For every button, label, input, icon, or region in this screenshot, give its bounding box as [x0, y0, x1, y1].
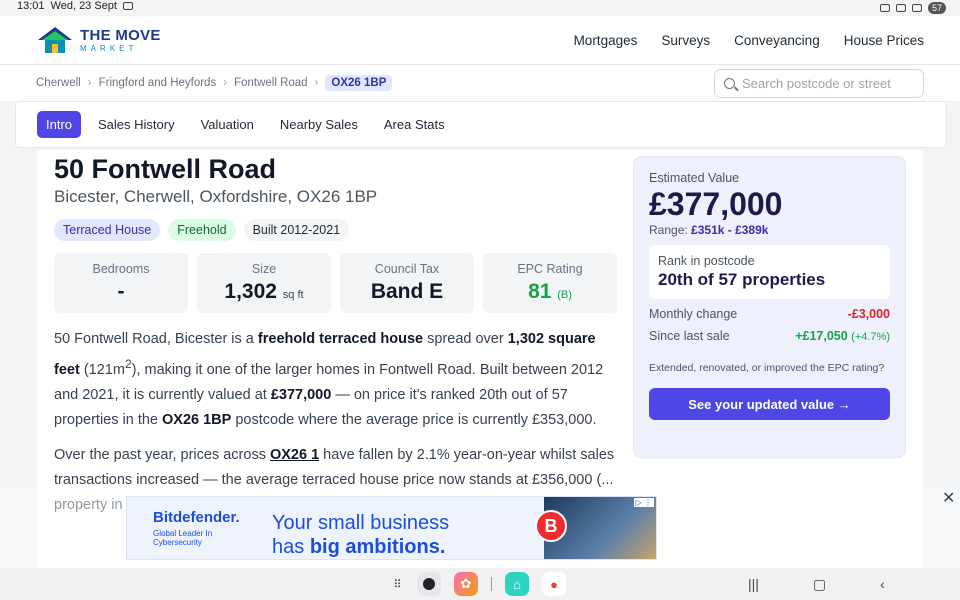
- stat-value: 81 (B): [528, 280, 572, 304]
- logo-subtitle: MARKET: [80, 43, 138, 53]
- maps-app-icon[interactable]: ●: [542, 572, 566, 596]
- camera-app-icon[interactable]: [417, 572, 441, 596]
- stat-value: 1,302 sq ft: [224, 280, 303, 304]
- epc-band: (B): [557, 289, 572, 301]
- status-date: Wed, 23 Sept: [50, 0, 117, 12]
- ad-brand-tagline: Global Leader In Cybersecurity: [153, 529, 213, 547]
- breadcrumb-separator: ›: [314, 77, 319, 89]
- breadcrumb-current: OX26 1BP: [325, 75, 393, 91]
- app-drawer-icon[interactable]: ⠿: [390, 577, 404, 591]
- system-navigation-bar: ⠿ ✿ ⌂ ● ||| ▢ ‹: [0, 568, 960, 600]
- stat-label: Bedrooms: [92, 262, 150, 276]
- property-address: Bicester, Cherwell, Oxfordshire, OX26 1B…: [54, 187, 378, 206]
- ad-close-icon[interactable]: ✕: [942, 488, 955, 508]
- since-last-sale-row: Since last sale +£17,050 (+4.7%): [649, 329, 890, 343]
- home-app-icon[interactable]: ⌂: [505, 572, 529, 596]
- mute-icon: [895, 4, 906, 12]
- size-unit: sq ft: [282, 289, 304, 301]
- update-prompt: Extended, renovated, or improved the EPC…: [649, 362, 885, 374]
- search-placeholder: Search postcode or street: [742, 75, 891, 91]
- intro-paragraph: 50 Fontwell Road, Bicester is a freehold…: [54, 331, 604, 428]
- home-button-icon[interactable]: ▢: [813, 576, 826, 593]
- property-stats: Bedrooms - Size 1,302 sq ft Council Tax …: [54, 253, 617, 313]
- key-icon: [879, 4, 890, 12]
- notification-icon: [122, 2, 133, 10]
- section-tabs: Intro Sales History Valuation Nearby Sal…: [15, 101, 947, 148]
- estimate-value: £377,000: [649, 186, 783, 222]
- advertisement-banner[interactable]: Bitdefender. Global Leader In Cybersecur…: [126, 496, 657, 560]
- status-bar: 13:01 Wed, 23 Sept 57: [0, 0, 960, 16]
- stat-value: Band E: [370, 280, 444, 303]
- battery-indicator: 57: [927, 2, 946, 14]
- search-input[interactable]: Search postcode or street: [714, 68, 924, 98]
- badge-tenure: Freehold: [168, 219, 236, 241]
- estimate-range: Range: £351k - £389k: [649, 223, 769, 237]
- page-title: 50 Fontwell Road: [54, 154, 277, 184]
- status-time: 13:01: [17, 0, 45, 12]
- recents-icon[interactable]: |||: [748, 576, 759, 593]
- stat-epc-rating: EPC Rating 81 (B): [483, 253, 617, 313]
- monthly-change-value: -£3,000: [847, 307, 890, 321]
- breadcrumb-fontwell-road[interactable]: Fontwell Road: [234, 77, 308, 89]
- postcode-rank: Rank in postcode 20th of 57 properties: [649, 245, 890, 299]
- estimate-label: Estimated Value: [649, 171, 740, 185]
- badge-property-type: Terraced House: [54, 219, 161, 241]
- stat-bedrooms: Bedrooms -: [54, 253, 188, 313]
- gallery-app-icon[interactable]: ✿: [454, 572, 478, 596]
- adchoices-icon[interactable]: ▷ ⋮: [633, 498, 654, 507]
- ad-headline: Your small business has big ambitions.: [272, 512, 450, 558]
- back-icon[interactable]: ‹: [880, 576, 885, 593]
- update-value-button[interactable]: See your updated value →: [649, 388, 890, 420]
- app-dock: ⠿ ✿ ⌂ ●: [390, 572, 566, 596]
- epc-score: 81: [528, 280, 552, 303]
- breadcrumb-fringford[interactable]: Fringford and Heyfords: [99, 77, 217, 89]
- site-logo[interactable]: THE MOVE MARKET: [36, 24, 161, 56]
- house-logo-icon: [38, 27, 72, 53]
- tab-sales-history[interactable]: Sales History: [89, 111, 184, 138]
- since-last-sale-value: +£17,050 (+4.7%): [795, 329, 890, 343]
- nav-surveys[interactable]: Surveys: [661, 33, 710, 48]
- nav-house-prices[interactable]: House Prices: [844, 33, 924, 48]
- rank-value: 20th of 57 properties: [658, 270, 826, 289]
- site-header: THE MOVE MARKET Mortgages Surveys Convey…: [0, 16, 960, 65]
- nav-mortgages[interactable]: Mortgages: [574, 33, 638, 48]
- postcode-district-link[interactable]: OX26 1: [270, 447, 319, 463]
- main-nav: Mortgages Surveys Conveyancing House Pri…: [574, 33, 924, 48]
- dock-divider: [491, 577, 492, 591]
- breadcrumb-cherwell[interactable]: Cherwell: [36, 77, 81, 89]
- ad-logo-icon: B: [535, 510, 567, 542]
- monthly-change-row: Monthly change -£3,000: [649, 307, 890, 321]
- stat-council-tax: Council Tax Band E: [340, 253, 474, 313]
- system-buttons: ||| ▢ ‹: [748, 576, 885, 593]
- rank-label: Rank in postcode: [658, 254, 755, 268]
- search-icon: [724, 77, 735, 89]
- tab-valuation[interactable]: Valuation: [192, 111, 263, 138]
- tab-nearby-sales[interactable]: Nearby Sales: [271, 111, 367, 138]
- breadcrumb-separator: ›: [87, 77, 92, 89]
- nav-conveyancing[interactable]: Conveyancing: [734, 33, 820, 48]
- wifi-icon: [911, 4, 922, 12]
- estimated-value-card: Estimated Value £377,000 Range: £351k - …: [633, 156, 906, 458]
- stat-label: Size: [251, 262, 277, 276]
- tab-area-stats[interactable]: Area Stats: [375, 111, 454, 138]
- size-number: 1,302: [224, 280, 277, 303]
- tab-intro[interactable]: Intro: [37, 111, 82, 138]
- property-badges: Terraced House Freehold Built 2012-2021: [54, 219, 616, 241]
- property-details: 50 Fontwell Road Bicester, Cherwell, Oxf…: [54, 150, 617, 518]
- stat-value: -: [117, 280, 125, 303]
- logo-title: THE MOVE: [80, 26, 161, 44]
- breadcrumb: Cherwell › Fringford and Heyfords › Font…: [0, 65, 960, 101]
- stat-label: EPC Rating: [517, 262, 583, 276]
- badge-build-period: Built 2012-2021: [243, 219, 350, 241]
- stat-label: Council Tax: [374, 262, 440, 276]
- breadcrumb-separator: ›: [223, 77, 228, 89]
- ad-brand: Bitdefender.: [153, 509, 240, 526]
- stat-size: Size 1,302 sq ft: [197, 253, 331, 313]
